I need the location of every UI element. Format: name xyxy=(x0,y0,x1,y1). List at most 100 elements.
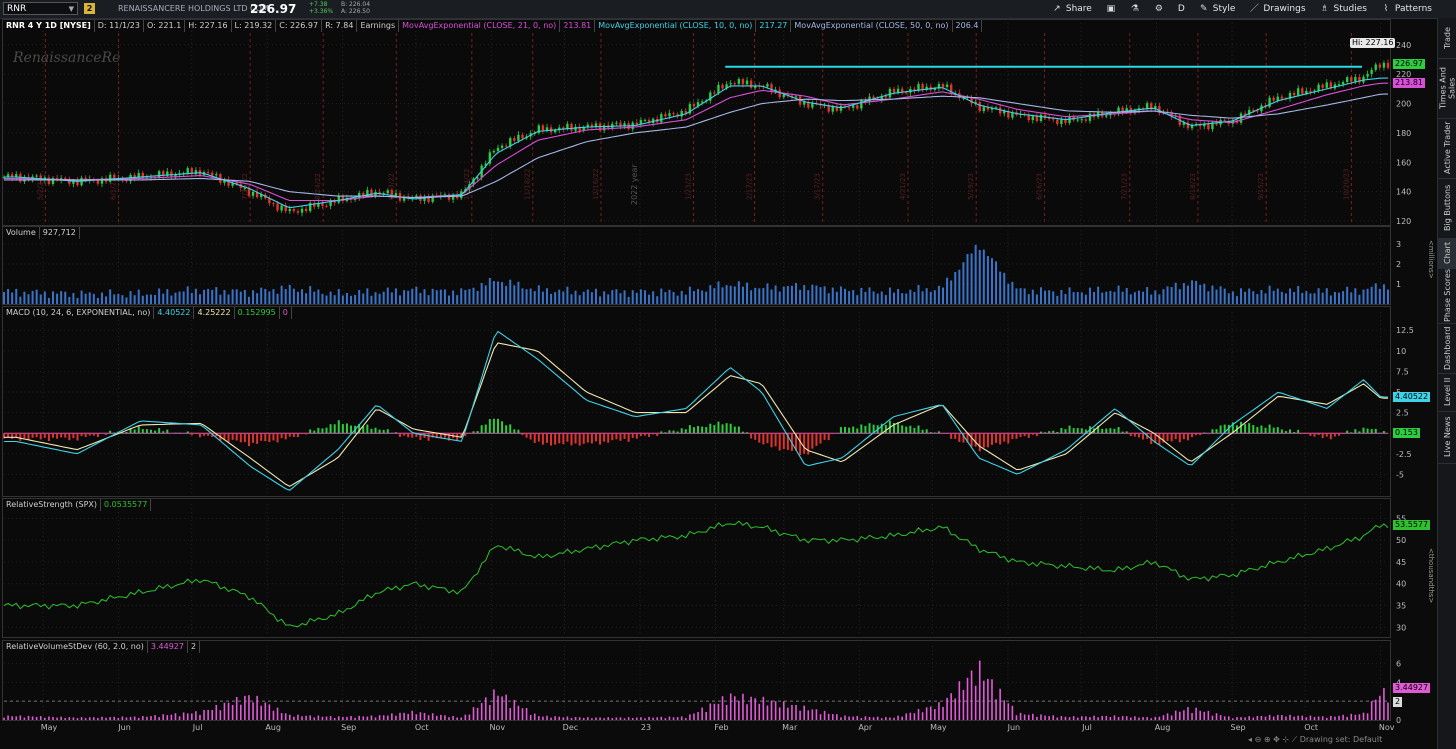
volume-bar xyxy=(680,290,683,304)
macd-histogram-bar xyxy=(1166,433,1169,441)
macd-histogram-bar xyxy=(652,433,655,435)
volume-bar xyxy=(1109,290,1112,304)
rvsd-bar xyxy=(925,707,928,720)
macd-histogram-bar xyxy=(1293,431,1296,434)
volume-bar xyxy=(566,286,569,304)
volume-bar xyxy=(750,290,753,304)
rvsd-bar xyxy=(215,704,218,720)
macd-histogram-bar xyxy=(1064,429,1067,434)
drawing-set-label[interactable]: Drawing set: Default xyxy=(1300,735,1383,744)
macd-histogram-bar xyxy=(1280,429,1283,434)
price-candle xyxy=(1223,119,1226,121)
macd-histogram-bar xyxy=(288,433,291,437)
price-candle xyxy=(296,211,300,213)
rvsd-bar xyxy=(823,710,826,720)
volume-bar xyxy=(1150,294,1153,304)
rvsd-bar xyxy=(958,681,961,720)
rvsd-bar xyxy=(272,710,275,720)
rvsd-bar xyxy=(1248,716,1250,720)
macd-histogram-bar xyxy=(648,433,651,437)
macd-histogram-bar xyxy=(137,425,140,434)
rvsd-bar xyxy=(929,706,932,720)
zoom-out-icon[interactable]: ⊖ xyxy=(1255,735,1262,744)
volume-bar xyxy=(186,286,189,304)
y-tick-label: 120 xyxy=(1396,217,1411,226)
volume-bar xyxy=(439,289,442,304)
volume-bar xyxy=(476,290,479,304)
macd-histogram-bar xyxy=(1186,433,1189,441)
rvsd-bar xyxy=(1093,715,1095,720)
rvsd-bar xyxy=(431,713,434,720)
crosshair-icon[interactable]: ⊹ xyxy=(1282,735,1289,744)
chevron-left-icon[interactable]: ◂ xyxy=(1248,735,1252,744)
volume-bar xyxy=(574,290,577,304)
macd-histogram-bar xyxy=(76,433,79,441)
volume-bar xyxy=(272,289,275,304)
rvsd-bar xyxy=(750,696,752,720)
price-candle xyxy=(1341,82,1345,85)
rvsd-bar xyxy=(48,716,50,720)
macd-histogram-bar xyxy=(1142,433,1145,440)
volume-bar xyxy=(586,289,589,304)
price-candle xyxy=(921,84,924,90)
macd-line xyxy=(4,330,1388,491)
volume-bar xyxy=(207,288,210,304)
x-axis-label: Aug xyxy=(1154,723,1171,732)
volume-bar xyxy=(868,287,871,304)
price-candle xyxy=(847,107,851,109)
macd-histogram-bar xyxy=(770,433,773,448)
x-axis-label: Jun xyxy=(118,723,131,732)
y-tick-label: -2.5 xyxy=(1396,450,1412,459)
price-candle xyxy=(749,80,753,88)
macd-histogram-bar xyxy=(1244,424,1247,434)
macd-histogram-bar xyxy=(162,431,165,434)
macd-histogram-bar xyxy=(603,433,606,442)
price-candle xyxy=(374,192,377,197)
macd-histogram-bar xyxy=(990,433,993,445)
volume-bar xyxy=(1072,292,1075,304)
volume-bar xyxy=(276,293,279,304)
y-tick-label: 40 xyxy=(1396,580,1406,589)
volume-bar xyxy=(1056,295,1059,304)
volume-bar xyxy=(154,294,157,304)
macd-histogram-bar xyxy=(260,433,263,441)
rvsd-bar xyxy=(697,711,699,720)
rvsd-bar xyxy=(252,702,254,720)
rvsd-bar xyxy=(746,704,748,720)
macd-histogram-bar xyxy=(472,431,475,434)
drawing-tool-icon[interactable]: ⟋ xyxy=(1292,735,1298,744)
macd-histogram-bar xyxy=(198,433,201,438)
pan-icon[interactable]: ✥ xyxy=(1273,735,1280,744)
volume-bar xyxy=(1097,286,1100,304)
x-axis-label: Sep xyxy=(341,723,357,732)
rvsd-bar xyxy=(885,717,887,720)
volume-bar xyxy=(309,286,312,304)
volume-bar xyxy=(631,290,634,304)
rvsd-bar xyxy=(991,679,993,720)
rvsd-bar xyxy=(538,716,540,720)
volume-bar xyxy=(1031,289,1034,304)
rvsd-bar xyxy=(1383,688,1385,720)
rvsd-bar xyxy=(1338,715,1340,720)
rvsd-bar xyxy=(317,715,320,720)
macd-histogram-bar xyxy=(721,424,724,434)
x-axis-label: Feb xyxy=(714,723,729,732)
rvsd-bar xyxy=(1097,717,1099,720)
rvsd-bar xyxy=(480,703,483,720)
zoom-in-icon[interactable]: ⊕ xyxy=(1264,735,1271,744)
price-candle xyxy=(292,209,296,212)
y-tick-label: 7.5 xyxy=(1396,367,1409,376)
rvsd-bar xyxy=(256,695,258,720)
price-candle xyxy=(1386,62,1390,68)
macd-histogram-bar xyxy=(1350,432,1353,434)
macd-histogram-bar xyxy=(692,427,695,434)
macd-histogram-bar xyxy=(782,433,785,450)
volume-bar xyxy=(296,291,299,304)
macd-histogram-bar xyxy=(227,433,230,442)
macd-histogram-bar xyxy=(92,433,95,436)
price-candle xyxy=(1321,84,1324,88)
rvsd-bar xyxy=(1011,705,1014,720)
price-candle xyxy=(1325,82,1328,88)
chart-canvas[interactable]: 5/2/226/1/227/25/228/24/229/23/2210/24/2… xyxy=(0,0,1456,749)
rvsd-bar xyxy=(1121,716,1124,720)
